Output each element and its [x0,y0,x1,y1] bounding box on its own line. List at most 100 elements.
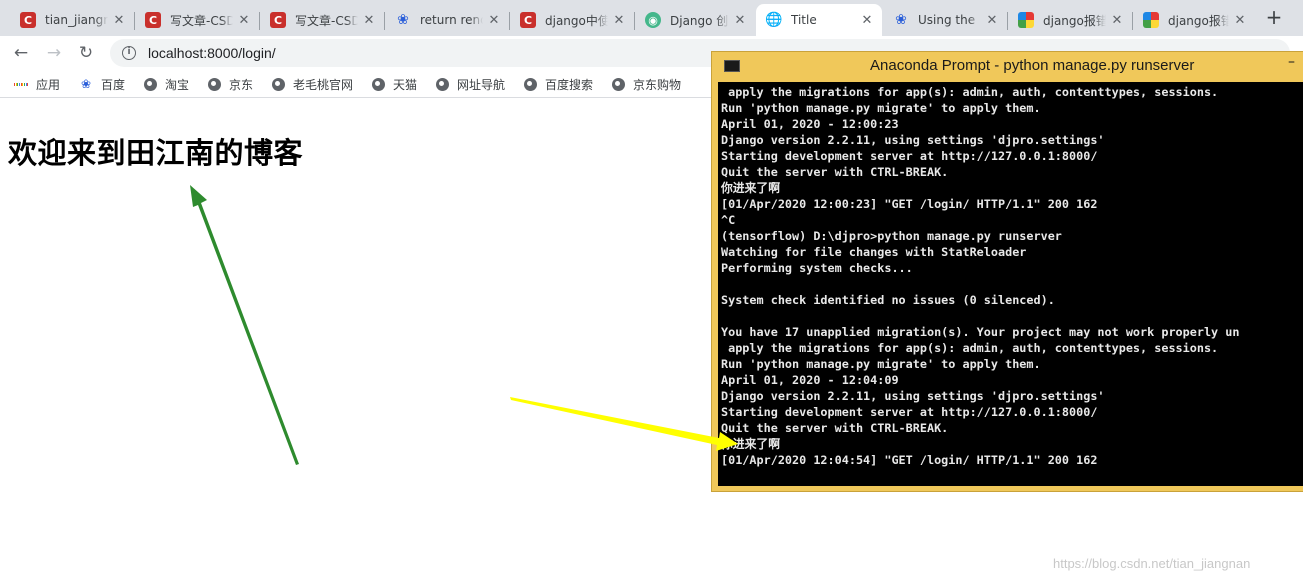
green-arrow [190,185,299,465]
console-line: April 01, 2020 - 12:04:09 [721,373,899,387]
address-url: localhost:8000/login/ [148,45,276,61]
close-icon[interactable]: ✕ [860,13,874,28]
close-icon[interactable]: ✕ [1110,13,1124,28]
close-icon[interactable]: ✕ [612,13,626,28]
forward-arrow-icon[interactable]: → [42,41,66,65]
console-line: 你进来了啊 [721,437,780,451]
django-icon: ◉ [645,12,661,28]
tab-title: django报错 [1168,13,1229,28]
tab-title: Using the [918,13,976,27]
tab-title: django中使用 [545,13,608,28]
bookmark-laomaotao[interactable]: 老毛桃官网 [271,75,353,93]
tab-8[interactable]: django报错 ✕ [1008,4,1132,36]
csdn-icon: C [145,12,161,28]
bookmark-label: 老毛桃官网 [293,77,354,92]
globe-icon: 🌐 [765,12,783,28]
console-line: You have 17 unapplied migration(s). Your… [721,325,1240,339]
tab-title: Title [791,13,817,27]
minimize-button[interactable]: – [1288,54,1295,70]
csdn-icon: C [520,12,536,28]
page-heading: 欢迎来到田江南的博客 [8,136,304,170]
multicolor-icon [1018,12,1034,28]
bookmark-taobao[interactable]: 淘宝 [143,75,189,93]
bookmark-url-nav[interactable]: 网址导航 [435,75,505,93]
csdn-icon: C [20,12,36,28]
console-line: apply the migrations for app(s): admin, … [721,341,1219,355]
bookmark-label: 天猫 [393,77,418,92]
console-line: Quit the server with CTRL-BREAK. [721,165,949,179]
bookmark-label: 京东 [229,77,254,92]
console-titlebar[interactable]: Anaconda Prompt - python manage.py runse… [712,52,1303,80]
globe-icon [207,77,221,91]
yellow-arrow [510,397,738,451]
csdn-icon: C [270,12,286,28]
console-line: Starting development server at http://12… [721,149,1098,163]
console-window[interactable]: Anaconda Prompt - python manage.py runse… [711,51,1303,492]
console-line: Run 'python manage.py migrate' to apply … [721,357,1041,371]
bookmark-baidu[interactable]: ❀ 百度 [79,75,125,93]
console-title: Anaconda Prompt - python manage.py runse… [870,57,1195,74]
tab-6-active[interactable]: 🌐 Title ✕ [756,4,882,36]
console-line: [01/Apr/2020 12:04:54] "GET /login/ HTTP… [721,453,1098,467]
bookmark-tmall[interactable]: 天猫 [371,75,417,93]
watermark: https://blog.csdn.net/tian_jiangnan [1053,556,1251,571]
console-line: April 01, 2020 - 12:00:23 [721,117,899,131]
bookmark-label: 应用 [36,77,61,92]
bookmark-jd-shopping[interactable]: 京东购物 [611,75,681,93]
close-icon[interactable]: ✕ [237,13,251,28]
bookmark-label: 百度搜索 [545,77,594,92]
multicolor-icon [1143,12,1159,28]
console-line: Run 'python manage.py migrate' to apply … [721,101,1041,115]
tab-strip: C tian_jiangnan ✕ C 写文章-CSDN博客 ✕ C 写文章-C… [0,0,1303,36]
console-line: Django version 2.2.11, using settings 'd… [721,389,1105,403]
tab-0[interactable]: C tian_jiangnan ✕ [10,4,134,36]
globe-icon [271,77,285,91]
tab-title: Django 创建 [670,13,729,28]
bookmark-apps[interactable]: 应用 [13,75,61,93]
tab-2[interactable]: C 写文章-CSDN博客 ✕ [260,4,384,36]
baidu-icon: ❀ [397,12,409,28]
console-line: [01/Apr/2020 12:00:23] "GET /login/ HTTP… [721,197,1098,211]
tab-title: 写文章-CSDN博客 [295,13,358,28]
console-output[interactable]: apply the migrations for app(s): admin, … [718,82,1303,486]
bookmark-baidu-search[interactable]: 百度搜索 [523,75,593,93]
globe-icon [435,77,449,91]
globe-icon [611,77,625,91]
console-line: System check identified no issues (0 sil… [721,293,1055,307]
bookmark-label: 网址导航 [457,77,506,92]
reload-icon[interactable]: ↻ [74,41,98,65]
close-icon[interactable]: ✕ [1233,13,1247,28]
tab-9[interactable]: django报错 ✕ [1133,4,1255,36]
close-icon[interactable]: ✕ [985,13,999,28]
tab-4[interactable]: C django中使用 ✕ [510,4,634,36]
tab-3[interactable]: ❀ return render ✕ [385,4,509,36]
bookmark-jd[interactable]: 京东 [207,75,253,93]
tab-title: tian_jiangnan [45,13,108,27]
tab-title: 写文章-CSDN博客 [170,13,233,28]
new-tab-button[interactable]: + [1262,6,1286,30]
globe-icon [143,77,157,91]
console-line: apply the migrations for app(s): admin, … [721,85,1219,99]
console-line: Performing system checks... [721,261,913,275]
globe-icon [371,77,385,91]
tab-1[interactable]: C 写文章-CSDN博客 ✕ [135,4,259,36]
apps-grid-icon [13,77,29,91]
close-icon[interactable]: ✕ [487,13,501,28]
terminal-icon [724,60,740,72]
close-icon[interactable]: ✕ [733,13,747,28]
tab-7[interactable]: ❀ Using the ✕ [883,4,1007,36]
baidu-icon: ❀ [80,77,92,91]
tab-title: django报错 [1043,13,1106,28]
bookmark-label: 京东购物 [633,77,682,92]
baidu-icon: ❀ [895,12,907,28]
console-line: (tensorflow) D:\djpro>python manage.py r… [721,229,1062,243]
info-icon[interactable]: i [122,46,136,60]
console-line: 你进来了啊 [721,181,780,195]
close-icon[interactable]: ✕ [362,13,376,28]
close-icon[interactable]: ✕ [112,13,126,28]
back-arrow-icon[interactable]: ← [9,41,33,65]
tab-5[interactable]: ◉ Django 创建 ✕ [635,4,755,36]
console-line: Watching for file changes with StatReloa… [721,245,1027,259]
tab-title: return render [420,13,483,27]
